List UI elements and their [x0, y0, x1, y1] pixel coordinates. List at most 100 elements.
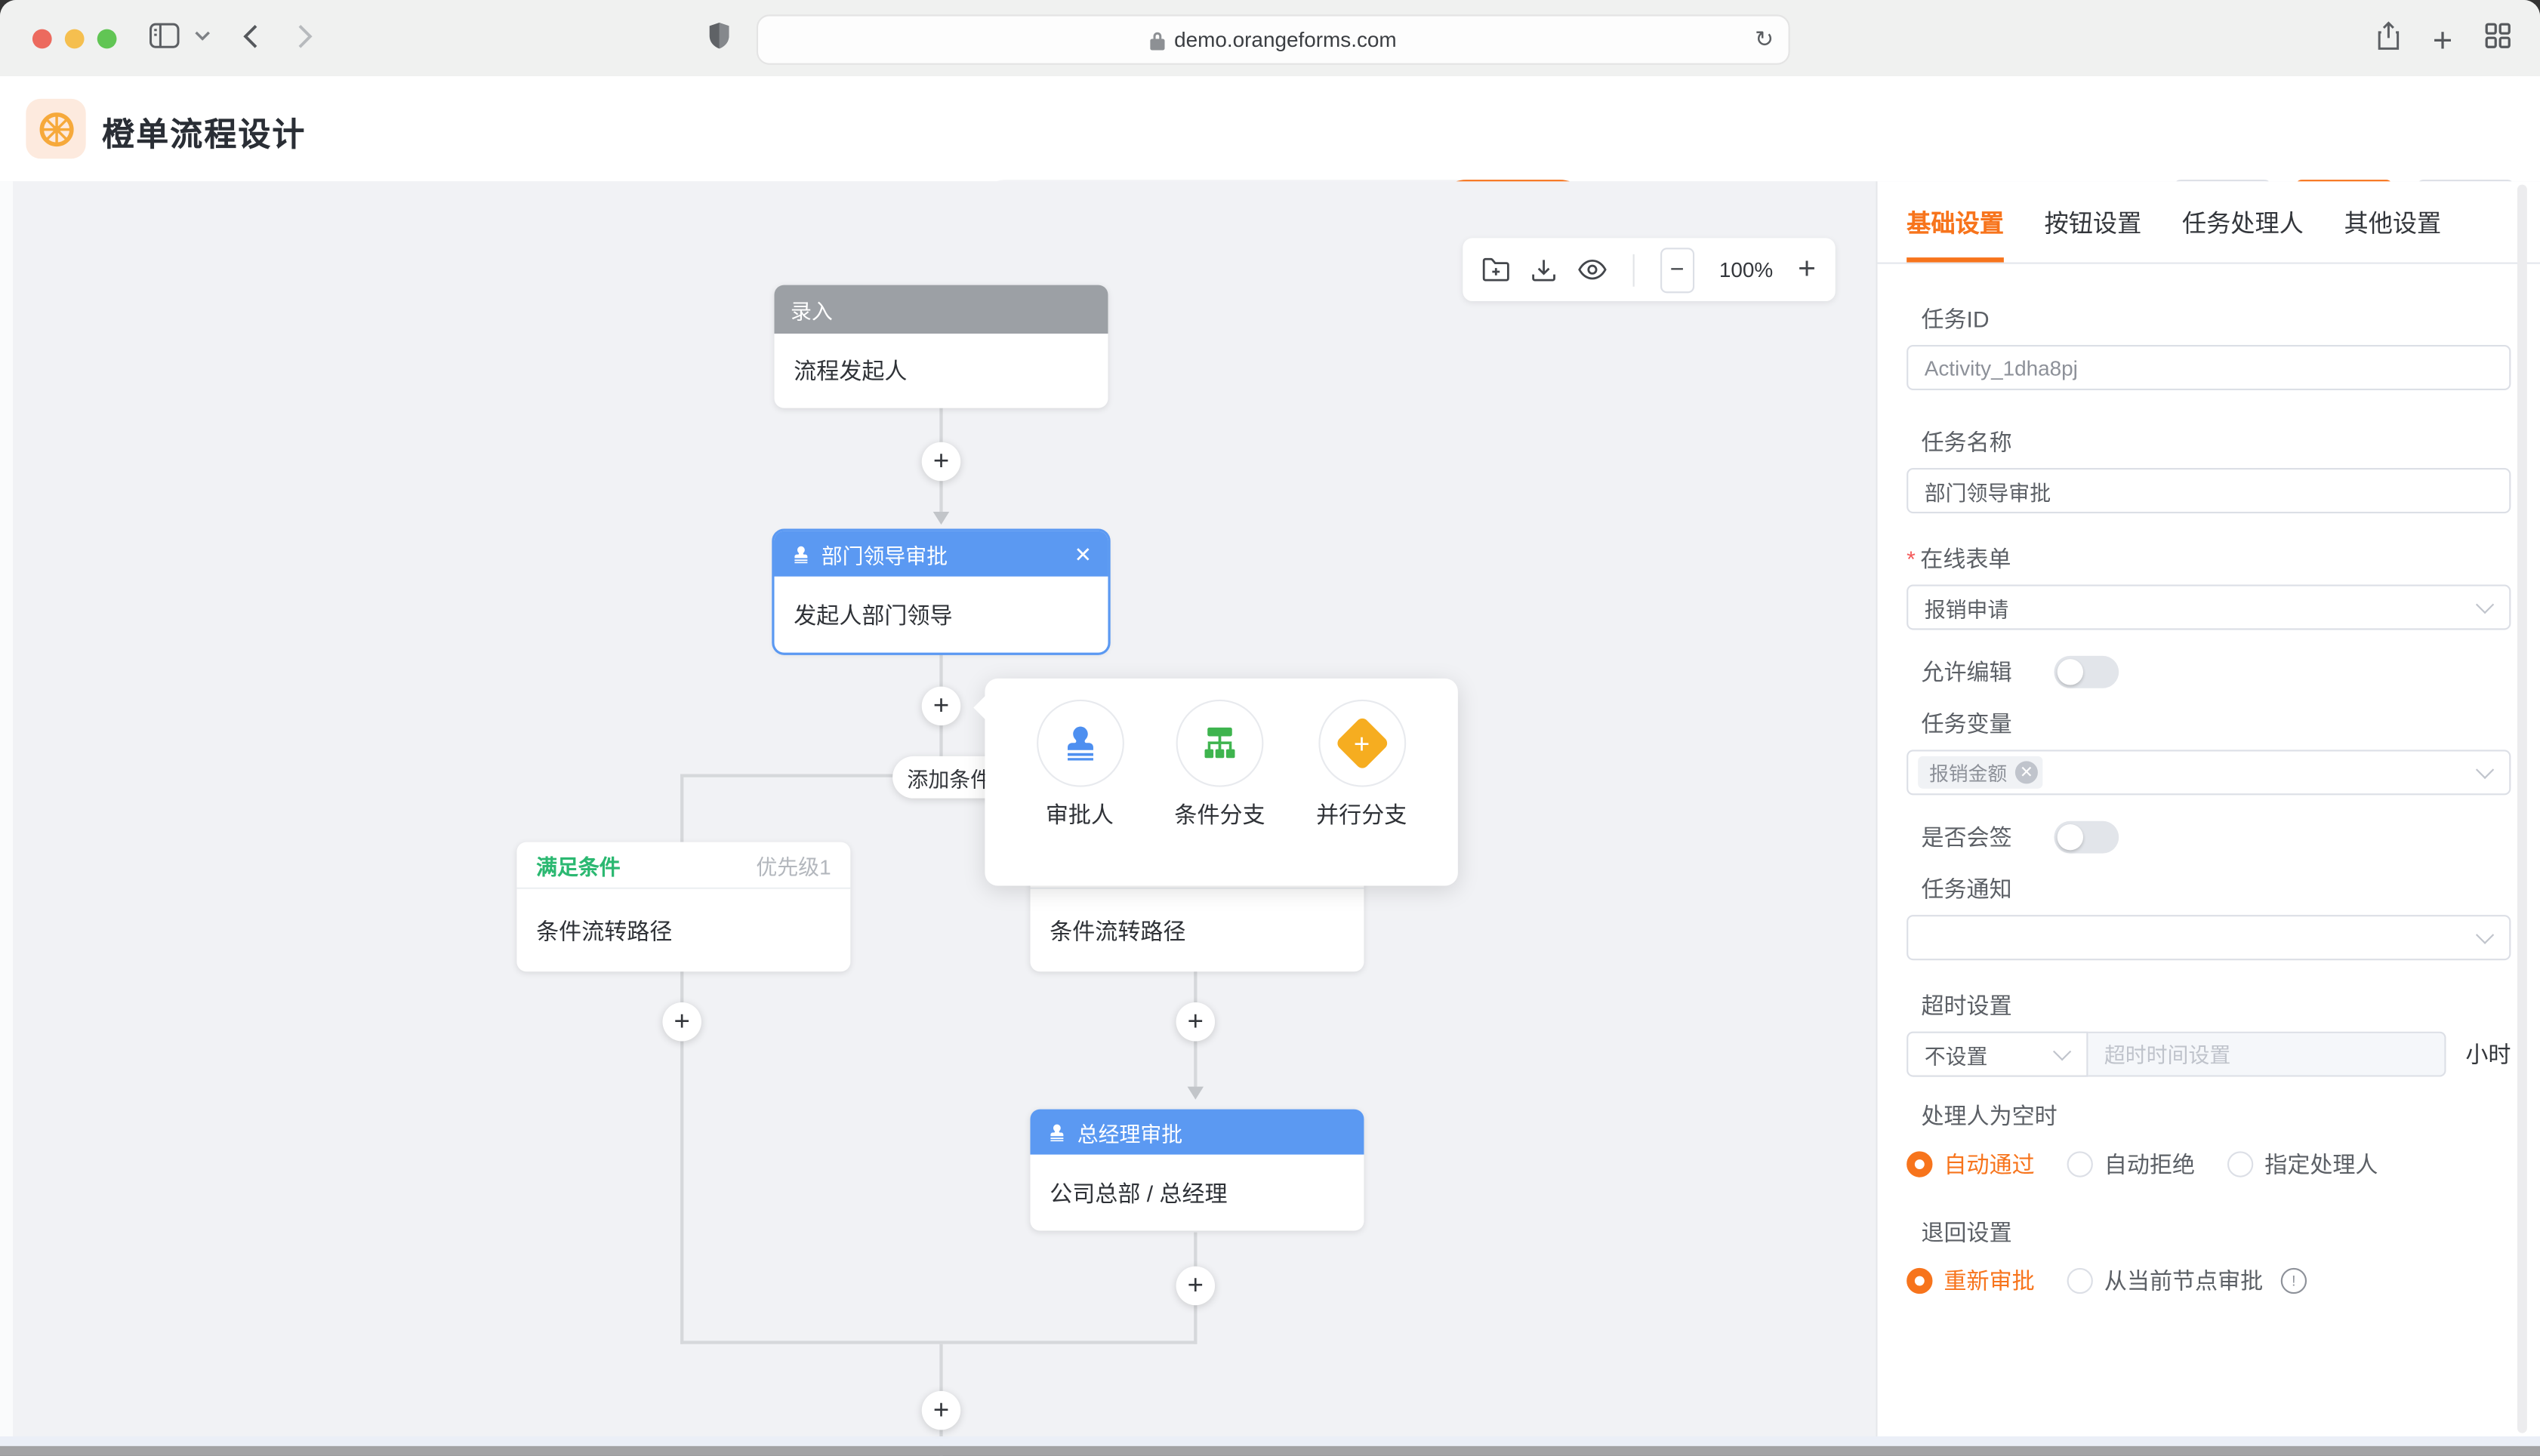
timeout-label: 超时设置 — [1921, 990, 2511, 1022]
new-tab-button[interactable]: + — [2433, 23, 2452, 61]
node-type-popup: 审批人 条件分支 + 并行分支 — [985, 679, 1457, 886]
task-variable-label: 任务变量 — [1921, 708, 2511, 740]
connector-line — [1194, 1305, 1197, 1344]
arrowhead — [1188, 1087, 1204, 1100]
condition-tag: 满足条件 — [536, 849, 621, 880]
timeout-unit: 小时 — [2465, 1038, 2511, 1070]
tab-other-settings[interactable]: 其他设置 — [2344, 181, 2442, 262]
address-bar[interactable]: demo.orangeforms.com ↻ — [757, 14, 1790, 65]
canvas-left-gutter — [0, 181, 13, 1436]
dept-node-title: 部门领导审批 — [821, 538, 948, 569]
connector-line — [1194, 970, 1197, 1002]
condition-node-left[interactable]: 满足条件 优先级1 条件流转路径 — [516, 842, 850, 972]
chevron-down-icon — [2053, 1042, 2071, 1060]
connector-line — [939, 408, 942, 444]
add-node-button[interactable]: + — [922, 687, 960, 725]
open-file-icon[interactable] — [1482, 257, 1509, 282]
online-form-label: * 在线表单 — [1921, 543, 2511, 575]
shield-icon[interactable] — [708, 21, 731, 51]
connector-line — [1194, 1233, 1197, 1267]
browser-window: demo.orangeforms.com ↻ + 橙单流程设计 基础信息 流程变… — [0, 0, 2540, 1456]
task-name-label: 任务名称 — [1921, 426, 2511, 458]
condition-node-body: 条件流转路径 — [516, 889, 850, 971]
task-name-input[interactable] — [1907, 468, 2511, 513]
stamp-icon — [791, 543, 812, 565]
panel-tabs: 基础设置 按钮设置 任务处理人 其他设置 — [1878, 181, 2540, 263]
tab-button-settings[interactable]: 按钮设置 — [2045, 181, 2142, 262]
task-id-label: 任务ID — [1921, 303, 2511, 335]
add-node-button[interactable]: + — [922, 442, 960, 481]
chevron-down-icon[interactable] — [194, 31, 210, 41]
timeout-value-input[interactable] — [2088, 1032, 2446, 1077]
page-title: 橙单流程设计 — [102, 109, 306, 155]
remove-tag-icon[interactable]: ✕ — [2015, 761, 2038, 783]
stamp-icon — [1047, 1122, 1068, 1143]
arrowhead — [933, 512, 949, 525]
online-form-select[interactable]: 报销申请 — [1907, 584, 2511, 629]
allow-edit-toggle[interactable] — [2054, 656, 2119, 688]
task-notice-select[interactable] — [1907, 915, 2511, 960]
preview-eye-icon[interactable] — [1578, 259, 1608, 280]
condition-node-body: 条件流转路径 — [1030, 889, 1364, 971]
tab-basic-settings[interactable]: 基础设置 — [1907, 181, 2004, 262]
delete-node-icon[interactable]: ✕ — [1074, 543, 1092, 565]
settings-panel: 基础设置 按钮设置 任务处理人 其他设置 任务ID 任务名称 * 在线表单 报销… — [1876, 181, 2540, 1436]
approver-stamp-icon — [1059, 722, 1101, 765]
reload-icon[interactable]: ↻ — [1755, 26, 1774, 53]
app-header: 橙单流程设计 基础信息 流程变量 流程状态 流程设计 切换 保存 返回 — [0, 76, 2540, 183]
gm-approval-node[interactable]: 总经理审批 公司总部 / 总经理 — [1030, 1110, 1364, 1231]
radio-auto-approve[interactable]: 自动通过 — [1907, 1148, 2034, 1180]
dept-approval-node[interactable]: 部门领导审批 ✕ 发起人部门领导 — [775, 531, 1108, 653]
countersign-toggle[interactable] — [2054, 821, 2119, 854]
task-variable-select[interactable]: 报销金额 ✕ — [1907, 750, 2511, 795]
radio-assign-handler[interactable]: 指定处理人 — [2227, 1148, 2378, 1180]
add-node-button[interactable]: + — [1176, 1267, 1215, 1305]
minimize-window-button[interactable] — [65, 29, 85, 49]
back-button[interactable] — [243, 24, 257, 48]
add-node-button[interactable]: + — [922, 1391, 960, 1430]
merge-line — [680, 1341, 1197, 1344]
download-icon[interactable] — [1530, 257, 1556, 282]
radio-auto-reject[interactable]: 自动拒绝 — [2067, 1148, 2195, 1180]
zoom-in-button[interactable]: + — [1798, 252, 1816, 288]
connector-line — [939, 481, 942, 513]
tab-overview-icon[interactable] — [2485, 23, 2511, 48]
empty-assignee-label: 处理人为空时 — [1921, 1100, 2511, 1132]
connector-line — [939, 725, 942, 758]
allow-edit-label: 允许编辑 — [1921, 656, 2011, 688]
url-text: demo.orangeforms.com — [1174, 27, 1397, 51]
connector-line — [680, 970, 683, 1002]
app-logo — [26, 99, 85, 159]
panel-scrollbar[interactable] — [2517, 185, 2527, 1433]
task-id-input[interactable] — [1907, 345, 2511, 390]
share-icon[interactable] — [2376, 21, 2400, 51]
start-node[interactable]: 录入 流程发起人 — [775, 285, 1108, 408]
add-node-button[interactable]: + — [662, 1002, 701, 1041]
task-notice-label: 任务通知 — [1921, 873, 2511, 905]
sidebar-icon[interactable] — [149, 23, 180, 48]
zoom-out-button[interactable]: − — [1660, 247, 1694, 292]
forward-button[interactable] — [298, 24, 313, 48]
close-window-button[interactable] — [32, 29, 52, 49]
radio-current-node-approval[interactable]: 从当前节点审批! — [2067, 1265, 2307, 1297]
radio-restart-approval[interactable]: 重新审批 — [1907, 1265, 2034, 1297]
popup-item-approver[interactable]: 审批人 — [1036, 700, 1124, 886]
start-node-body: 流程发起人 — [775, 334, 1108, 408]
countersign-label: 是否会签 — [1921, 821, 2011, 854]
priority-label: 优先级1 — [756, 849, 831, 880]
window-bottom-edge — [0, 1446, 2540, 1456]
branch-tree-icon — [1199, 722, 1241, 765]
chevron-down-icon — [2476, 596, 2494, 614]
browser-chrome: demo.orangeforms.com ↻ + — [0, 0, 2540, 78]
chevron-down-icon — [2476, 761, 2494, 779]
add-node-button[interactable]: + — [1176, 1002, 1215, 1041]
fullscreen-window-button[interactable] — [97, 29, 117, 49]
connector-line — [680, 1041, 683, 1344]
timeout-mode-select[interactable]: 不设置 — [1907, 1032, 2088, 1077]
popup-item-condition-branch[interactable]: 条件分支 — [1174, 700, 1265, 886]
popup-item-parallel-branch[interactable]: + 并行分支 — [1316, 700, 1407, 886]
connector-line — [939, 653, 942, 687]
reject-setting-label: 退回设置 — [1921, 1216, 2511, 1248]
connector-line — [680, 774, 683, 842]
tab-task-assignee[interactable]: 任务处理人 — [2182, 181, 2304, 262]
